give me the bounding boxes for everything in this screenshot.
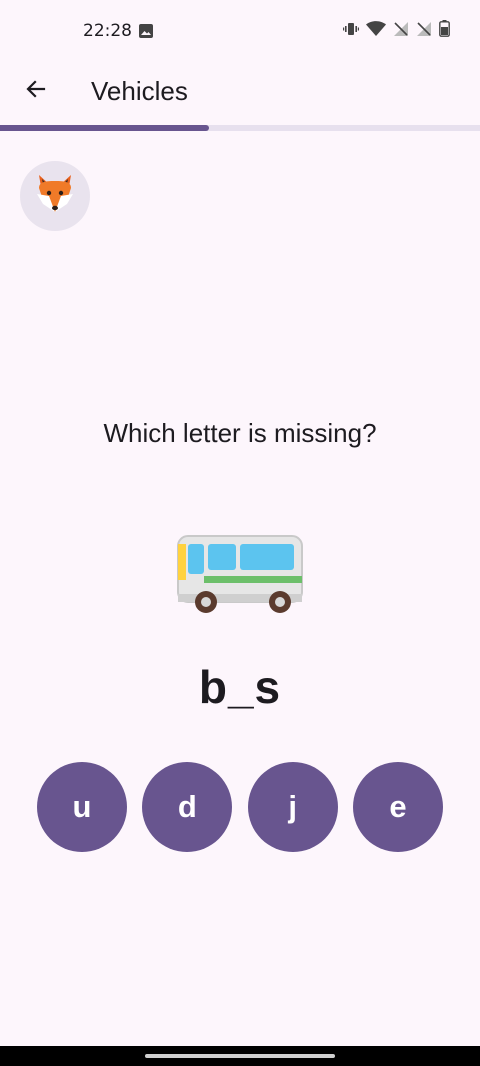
home-gesture-handle[interactable] <box>145 1054 335 1058</box>
puzzle-word: b_s <box>198 661 282 713</box>
option-button-u[interactable]: u <box>37 762 127 852</box>
fox-icon <box>33 172 77 221</box>
progress-bar <box>0 125 480 131</box>
system-nav-bar <box>0 1046 480 1066</box>
arrow-back-icon <box>24 77 48 106</box>
option-button-j[interactable]: j <box>247 762 338 852</box>
no-signal-icon <box>416 21 432 42</box>
bus-icon <box>176 532 304 618</box>
avatar <box>20 161 90 231</box>
app-bar: Vehicles <box>0 62 480 120</box>
progress-fill <box>0 125 209 131</box>
question-text: Which letter is missing? <box>103 418 377 448</box>
status-icons <box>343 20 450 42</box>
vibrate-icon <box>343 21 359 42</box>
image-icon <box>139 24 153 38</box>
page-title: Vehicles <box>91 76 188 106</box>
no-signal-icon <box>393 21 409 42</box>
status-bar: 22:28 <box>0 0 480 62</box>
option-button-e[interactable]: e <box>352 762 443 852</box>
answer-options: u d j e <box>37 762 443 852</box>
back-button[interactable] <box>14 69 58 113</box>
option-button-d[interactable]: d <box>142 762 233 852</box>
wifi-icon <box>366 20 386 42</box>
battery-icon <box>439 20 450 42</box>
status-time: 22:28 <box>83 21 132 41</box>
